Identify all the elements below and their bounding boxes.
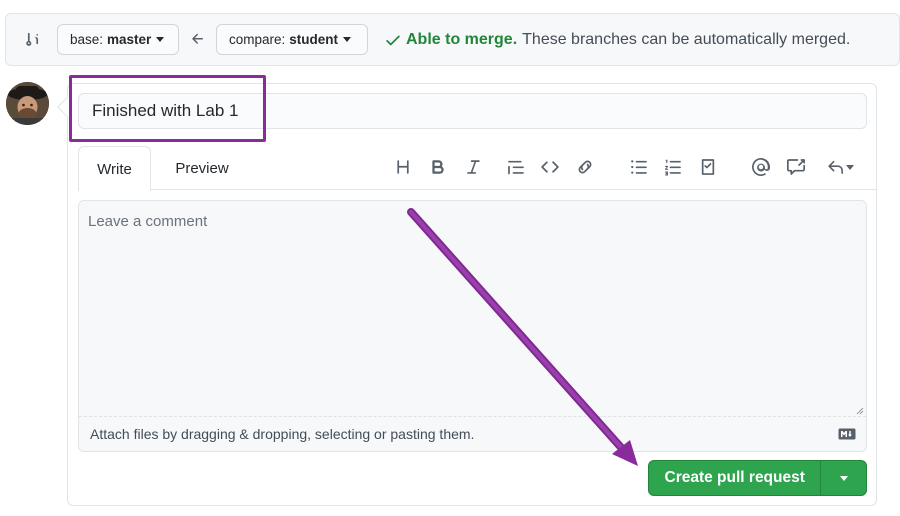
mention-icon[interactable]: [749, 155, 773, 179]
avatar[interactable]: [6, 82, 49, 125]
quote-icon[interactable]: [504, 155, 528, 179]
pr-title-input[interactable]: Finished with Lab 1: [78, 93, 867, 129]
chevron-down-icon: [839, 475, 848, 481]
comment-placeholder: Leave a comment: [88, 213, 208, 230]
compare-label: compare:: [229, 32, 286, 47]
compare-arrows-icon: [26, 32, 39, 46]
markdown-icon[interactable]: [838, 428, 856, 440]
pull-request-form: Finished with Lab 1 Write Preview Leave …: [57, 83, 877, 506]
chevron-down-icon: [156, 37, 165, 42]
merge-status-description: These branches can be automatically merg…: [522, 31, 851, 48]
compare-branch-name: student: [289, 32, 339, 47]
reply-icon[interactable]: [822, 155, 858, 179]
base-branch-name: master: [107, 32, 152, 47]
task-list-icon[interactable]: [696, 155, 720, 179]
file-attachment-bar[interactable]: Attach files by dragging & dropping, sel…: [79, 416, 866, 451]
merge-status: Able to merge. These branches can be aut…: [384, 31, 850, 49]
code-icon[interactable]: [538, 155, 562, 179]
link-icon[interactable]: [573, 155, 597, 179]
comment-textarea[interactable]: Leave a comment Attach files by dragging…: [78, 200, 867, 452]
editor-tabs: Write Preview: [78, 146, 877, 191]
compare-branch-select[interactable]: compare: student: [216, 24, 368, 55]
heading-icon[interactable]: [391, 155, 415, 179]
chevron-down-icon: [343, 37, 352, 42]
base-label: base:: [70, 32, 104, 47]
tab-write[interactable]: Write: [78, 146, 151, 191]
tab-preview[interactable]: Preview: [158, 146, 246, 190]
resize-handle-icon[interactable]: [854, 405, 864, 415]
create-pull-request-group: Create pull request: [648, 460, 867, 496]
create-options-dropdown[interactable]: [820, 461, 866, 495]
create-pull-request-button[interactable]: Create pull request: [649, 461, 820, 495]
merge-status-label: Able to merge.: [406, 31, 518, 48]
attach-files-text: Attach files by dragging & dropping, sel…: [90, 426, 475, 442]
check-icon: [386, 35, 400, 46]
avatar-image: [6, 82, 49, 125]
compare-bar: base: master compare: student Able to me…: [5, 13, 900, 66]
bold-icon[interactable]: [426, 155, 450, 179]
bullet-list-icon[interactable]: [627, 155, 651, 179]
italic-icon[interactable]: [461, 155, 485, 179]
reference-icon[interactable]: [784, 155, 808, 179]
chevron-down-icon: [845, 164, 854, 170]
arrow-left-icon: [192, 33, 203, 44]
numbered-list-icon[interactable]: [661, 155, 685, 179]
base-branch-select[interactable]: base: master: [57, 24, 179, 55]
